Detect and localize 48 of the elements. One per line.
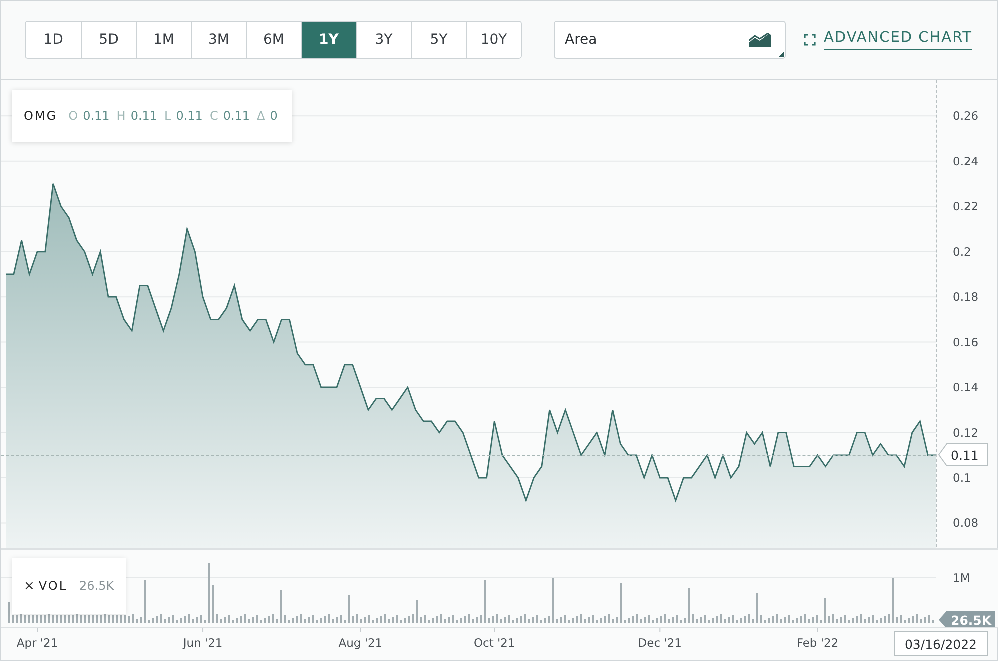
range-tab[interactable]: 6M bbox=[246, 22, 301, 58]
x-axis-label: Dec '21 bbox=[638, 636, 682, 650]
legend-value: 0.11 bbox=[176, 109, 203, 123]
y-axis-label: 0.18 bbox=[953, 290, 979, 304]
y-axis-label: 0.08 bbox=[953, 516, 979, 530]
range-tab[interactable]: 5Y bbox=[411, 22, 466, 58]
legend-value: 0.11 bbox=[223, 109, 250, 123]
y-axis-label: 0.1 bbox=[953, 470, 972, 485]
x-axis-label: Oct '21 bbox=[474, 636, 516, 650]
legend-value: 0 bbox=[270, 109, 278, 123]
x-axis-label: Apr '21 bbox=[16, 636, 58, 650]
y-axis-label: 0.24 bbox=[953, 154, 979, 168]
legend-key: H bbox=[116, 109, 126, 123]
x-axis-label: Jun '21 bbox=[183, 636, 223, 650]
price-tag: 0.11 bbox=[938, 443, 990, 468]
range-tab[interactable]: 1D bbox=[26, 22, 81, 58]
volume-label: VOL bbox=[38, 579, 68, 593]
area-chart-icon bbox=[749, 33, 771, 47]
volume-value: 26.5K bbox=[80, 579, 114, 593]
y-axis-label: 0.14 bbox=[953, 380, 979, 395]
legend-value: 0.11 bbox=[130, 109, 158, 123]
legend-symbol: OMG bbox=[24, 109, 58, 123]
expand-icon bbox=[804, 34, 816, 46]
resize-corner-icon bbox=[779, 52, 784, 57]
legend-key: O bbox=[68, 109, 78, 123]
x-axis-label: Aug '21 bbox=[338, 636, 383, 650]
legend-key: C bbox=[210, 109, 218, 123]
range-tab[interactable]: 3Y bbox=[356, 22, 411, 58]
range-tab[interactable]: 10Y bbox=[466, 22, 521, 58]
close-button[interactable]: × bbox=[24, 578, 35, 594]
advanced-chart-link[interactable]: ADVANCED CHART bbox=[804, 30, 972, 50]
y-axis-label: 0.26 bbox=[953, 109, 979, 124]
legend-key: Δ bbox=[257, 109, 266, 123]
volume-axis-label: 1M bbox=[953, 571, 970, 585]
date-tag: 03/16/2022 bbox=[894, 631, 989, 658]
y-axis-label: 0.16 bbox=[953, 335, 979, 350]
chart-type-dropdown[interactable]: Area bbox=[554, 21, 786, 59]
y-axis-label: 0.12 bbox=[953, 426, 979, 440]
y-axis-label: 0.22 bbox=[953, 200, 979, 214]
range-tab[interactable]: 3M bbox=[191, 22, 246, 58]
range-tab[interactable]: 1M bbox=[136, 22, 191, 58]
y-axis-label: 0.2 bbox=[953, 244, 972, 259]
volume-tag: 26.5K bbox=[939, 611, 995, 627]
range-tab[interactable]: 1Y bbox=[301, 22, 356, 58]
legend-key: L bbox=[164, 109, 172, 123]
x-axis-label: Feb '22 bbox=[796, 636, 839, 650]
legend-value: 0.11 bbox=[83, 109, 110, 123]
range-tab[interactable]: 5D bbox=[81, 22, 136, 58]
